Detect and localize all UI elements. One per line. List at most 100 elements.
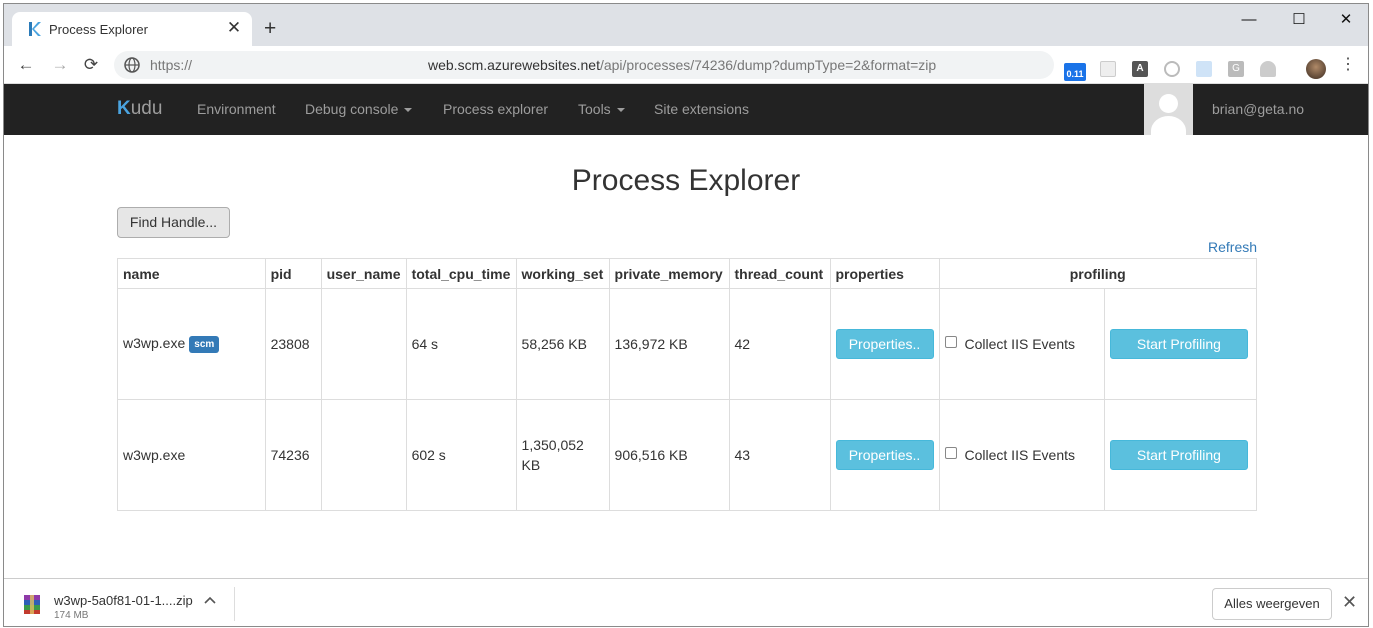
grammar-icon[interactable]: G <box>1228 61 1244 77</box>
cell-total-cpu-time: 602 s <box>405 399 517 511</box>
collect-iis-label: Collect IIS Events <box>964 336 1076 352</box>
cell-name: w3wp.exe <box>117 399 266 511</box>
refresh-link[interactable]: Refresh <box>1208 239 1257 255</box>
download-size: 174 MB <box>54 610 89 621</box>
brand-rest: udu <box>130 98 163 119</box>
close-shelf-icon[interactable]: ✕ <box>1342 593 1357 611</box>
cell-properties: Properties.. <box>829 288 940 400</box>
browser-tab[interactable]: Process Explorer ✕ <box>12 12 252 46</box>
font-icon[interactable]: A <box>1132 61 1148 77</box>
extension-badge[interactable]: 0.11 <box>1064 63 1086 81</box>
avatar-body <box>1151 116 1186 135</box>
process-name: w3wp.exe <box>123 447 186 463</box>
cell-user-name <box>320 399 407 511</box>
archive-file-icon <box>24 595 40 614</box>
user-avatar[interactable] <box>1144 84 1193 135</box>
col-thread-count: thread_count <box>728 258 831 289</box>
table-row: w3wp.exe 74236 602 s 1,350,052 KB 906,51… <box>117 399 1258 511</box>
col-profiling: profiling <box>938 258 1257 289</box>
col-name: name <box>117 258 266 289</box>
cell-collect-iis: Collect IIS Events <box>938 399 1105 511</box>
cell-collect-iis: Collect IIS Events <box>938 288 1105 400</box>
caret-down-icon <box>616 108 625 113</box>
download-shelf: w3wp-5a0f81-01-1....zip 174 MB Alles wee… <box>4 578 1368 626</box>
shelf-divider <box>234 587 235 621</box>
cell-start-profiling: Start Profiling <box>1103 399 1258 511</box>
reload-button[interactable]: ⟳ <box>80 56 102 74</box>
chevron-up-icon[interactable] <box>204 596 216 604</box>
cell-pid: 74236 <box>264 399 322 511</box>
collect-iis-label: Collect IIS Events <box>964 447 1076 463</box>
profile-avatar[interactable] <box>1306 59 1326 79</box>
url-scheme: https:// <box>150 57 193 73</box>
cell-user-name <box>320 288 407 400</box>
col-private-memory: private_memory <box>608 258 730 289</box>
url-text: web.scm.azurewebsites.net/api/processes/… <box>428 57 936 73</box>
browser-window: Process Explorer ✕ + — ☐ ✕ ← → ⟳ https:/… <box>3 3 1369 627</box>
nav-debug-console[interactable]: Debug console <box>305 101 413 117</box>
col-working-set: working_set <box>515 258 610 289</box>
globe-icon <box>124 57 140 73</box>
nav-process-explorer[interactable]: Process explorer <box>443 101 548 117</box>
json-viewer-icon[interactable] <box>1100 61 1116 77</box>
kudu-brand[interactable]: Kudu <box>117 98 162 120</box>
avatar-head <box>1159 94 1178 113</box>
collect-iis-checkbox[interactable] <box>944 447 957 460</box>
back-button[interactable]: ← <box>15 56 37 74</box>
forward-button[interactable]: → <box>49 56 71 74</box>
user-email[interactable]: brian@geta.no <box>1212 101 1304 117</box>
cell-thread-count: 43 <box>728 399 831 511</box>
tab-title: Process Explorer <box>49 22 148 37</box>
properties-button[interactable]: Properties.. <box>835 329 934 359</box>
tab-close-icon[interactable]: ✕ <box>224 18 244 38</box>
browser-toolbar: ← → ⟳ https:// web.scm.azurewebsites.net… <box>4 46 1368 84</box>
cell-start-profiling: Start Profiling <box>1103 288 1258 400</box>
scm-badge: scm <box>189 335 220 353</box>
kudu-favicon-icon <box>29 22 41 36</box>
tab-strip: Process Explorer ✕ + — ☐ ✕ <box>4 4 1368 46</box>
col-pid: pid <box>264 258 322 289</box>
properties-button[interactable]: Properties.. <box>835 440 934 470</box>
new-tab-button[interactable]: + <box>264 18 276 39</box>
nav-tools[interactable]: Tools <box>578 101 625 117</box>
start-profiling-button[interactable]: Start Profiling <box>1109 329 1248 359</box>
nav-environment[interactable]: Environment <box>197 101 276 117</box>
browser-menu-icon[interactable]: ⋮ <box>1340 57 1356 73</box>
translate-icon[interactable] <box>1196 61 1212 77</box>
brand-k: K <box>117 98 131 119</box>
nav-tools-label: Tools <box>578 101 611 117</box>
col-properties: properties <box>829 258 940 289</box>
col-total-cpu-time: total_cpu_time <box>405 258 517 289</box>
start-profiling-button[interactable]: Start Profiling <box>1109 440 1248 470</box>
maximize-button[interactable]: ☐ <box>1279 12 1319 28</box>
url-path: /api/processes/74236/dump?dumpType=2&for… <box>599 57 937 73</box>
kudu-navbar: Kudu Environment Debug console Process e… <box>4 84 1368 135</box>
show-all-button[interactable]: Alles weergeven <box>1212 588 1332 620</box>
caret-down-icon <box>404 108 413 113</box>
table-row: w3wp.exe scm 23808 64 s 58,256 KB 136,972… <box>117 288 1258 400</box>
cell-pid: 23808 <box>264 288 322 400</box>
collect-iis-checkbox[interactable] <box>944 336 957 349</box>
minimize-button[interactable]: — <box>1229 12 1269 28</box>
timer-icon[interactable] <box>1164 61 1180 77</box>
cloud-icon[interactable] <box>1260 61 1276 77</box>
process-table: name pid user_name total_cpu_time workin… <box>117 258 1258 511</box>
cell-working-set: 58,256 KB <box>515 288 610 400</box>
find-handle-button[interactable]: Find Handle... <box>117 207 230 238</box>
process-name: w3wp.exe <box>123 335 186 352</box>
close-window-button[interactable]: ✕ <box>1326 12 1366 28</box>
page-title: Process Explorer <box>571 164 801 197</box>
cell-name: w3wp.exe scm <box>117 288 266 400</box>
download-filename[interactable]: w3wp-5a0f81-01-1....zip <box>54 593 193 608</box>
cell-private-memory: 906,516 KB <box>608 399 730 511</box>
cell-working-set: 1,350,052 KB <box>515 399 610 511</box>
address-bar[interactable]: https:// web.scm.azurewebsites.net/api/p… <box>114 51 1054 79</box>
cell-total-cpu-time: 64 s <box>405 288 517 400</box>
col-user-name: user_name <box>320 258 407 289</box>
cell-private-memory: 136,972 KB <box>608 288 730 400</box>
table-header-row: name pid user_name total_cpu_time workin… <box>117 258 1257 289</box>
nav-site-extensions[interactable]: Site extensions <box>654 101 749 117</box>
cell-properties: Properties.. <box>829 399 940 511</box>
url-host: web.scm.azurewebsites.net <box>428 57 600 73</box>
cell-thread-count: 42 <box>728 288 831 400</box>
